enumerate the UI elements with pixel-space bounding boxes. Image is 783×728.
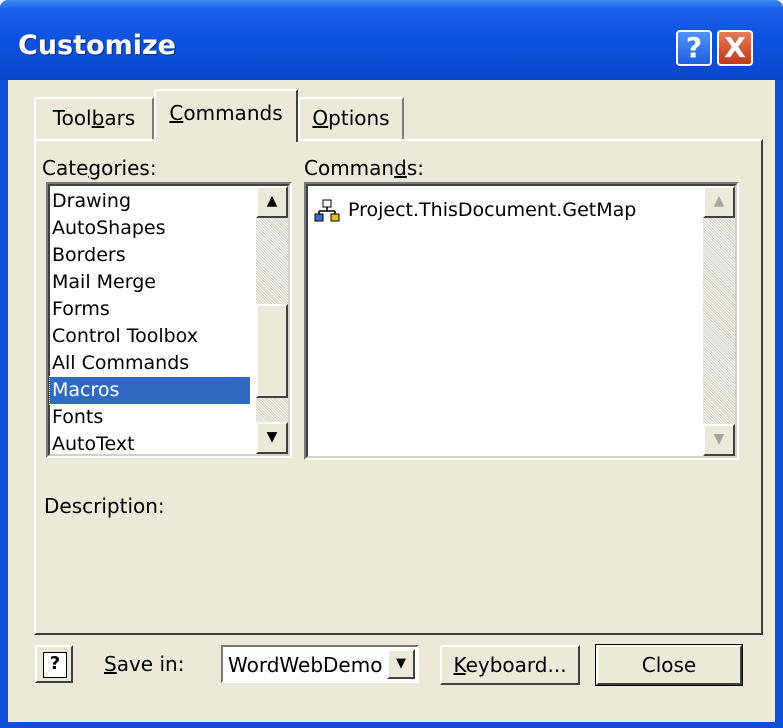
commands-listbox[interactable]: Project.ThisDocument.GetMap ▲ ▼: [304, 182, 739, 460]
categories-scrollbar[interactable]: ▲ ▼: [256, 186, 288, 454]
commands-label: Commands:: [304, 156, 424, 180]
label-text: ories:: [101, 156, 157, 180]
save-in-label: Save in:: [104, 652, 184, 676]
button-label: eyboard...: [465, 653, 567, 677]
tab-toolbars[interactable]: Toolbars: [34, 97, 154, 139]
tab-label: ommands: [183, 101, 283, 125]
close-window-button[interactable]: X: [717, 30, 753, 66]
list-item[interactable]: Drawing: [50, 188, 131, 215]
listbox-frame: [306, 184, 737, 458]
save-in-dropdown[interactable]: WordWebDemo ▼: [221, 645, 419, 683]
customize-dialog: Customize ? X Toolbars Commands Options …: [0, 0, 783, 728]
tab-options[interactable]: Options: [298, 97, 404, 139]
categories-listbox[interactable]: Drawing AutoShapes Borders Mail Merge Fo…: [46, 182, 292, 458]
tab-commands[interactable]: Commands: [154, 89, 298, 142]
arrow-up-icon: ▲: [713, 193, 725, 209]
list-item[interactable]: AutoText: [50, 431, 135, 456]
label-mnemonic: d: [394, 156, 407, 180]
commands-scrollbar[interactable]: ▲ ▼: [703, 186, 735, 456]
list-item[interactable]: Mail Merge: [50, 269, 156, 296]
dialog-client-area: Toolbars Commands Options Categories: Dr…: [8, 80, 775, 722]
close-button[interactable]: Close: [595, 644, 743, 686]
scroll-thumb[interactable]: [256, 304, 288, 398]
scroll-down-button[interactable]: ▼: [256, 422, 288, 454]
label-mnemonic: g: [88, 156, 102, 180]
save-in-value: WordWebDemo: [228, 653, 383, 677]
scroll-down-button[interactable]: ▼: [703, 424, 735, 456]
label-text: s:: [406, 156, 424, 180]
command-item[interactable]: Project.ThisDocument.GetMap: [314, 196, 636, 224]
list-item[interactable]: AutoShapes: [50, 215, 166, 242]
tab-label-mnemonic: b: [91, 106, 105, 130]
tab-label-mnemonic: O: [312, 106, 329, 130]
keyboard-button[interactable]: Keyboard...: [440, 645, 580, 685]
label-text: Comman: [304, 156, 395, 180]
tab-label-mnemonic: C: [169, 101, 184, 125]
help-icon: ?: [43, 652, 67, 678]
question-icon: ?: [685, 31, 703, 64]
label-text: Cate: [42, 156, 89, 180]
button-mnemonic: K: [453, 653, 466, 677]
list-item[interactable]: All Commands: [50, 350, 189, 377]
tab-label: ptions: [328, 106, 390, 130]
title-bar[interactable]: Customize ? X: [0, 0, 783, 80]
window-title: Customize: [18, 30, 176, 61]
scroll-up-button[interactable]: ▲: [703, 186, 735, 218]
arrow-up-icon: ▲: [266, 193, 278, 209]
label-mnemonic: S: [104, 652, 117, 676]
scroll-up-button[interactable]: ▲: [256, 186, 288, 218]
categories-label: Categories:: [42, 156, 157, 180]
arrow-down-icon: ▼: [713, 431, 725, 447]
close-icon: X: [724, 31, 746, 64]
dropdown-button[interactable]: ▼: [387, 649, 415, 679]
list-item[interactable]: Control Toolbox: [50, 323, 198, 350]
label-text: ave in:: [116, 652, 185, 676]
chevron-down-icon: ▼: [396, 656, 406, 671]
list-item-selected[interactable]: Macros: [49, 376, 251, 405]
tab-label: ars: [104, 106, 136, 130]
macro-icon: [314, 199, 340, 221]
help-button[interactable]: ?: [676, 30, 712, 66]
description-label: Description:: [44, 494, 165, 518]
list-item[interactable]: Borders: [50, 242, 126, 269]
help-context-button[interactable]: ?: [35, 645, 73, 683]
arrow-down-icon: ▼: [266, 429, 278, 445]
tab-label: Tool: [52, 106, 92, 130]
command-label: Project.ThisDocument.GetMap: [348, 199, 637, 221]
list-item[interactable]: Forms: [50, 296, 110, 323]
list-item[interactable]: Fonts: [50, 404, 103, 431]
